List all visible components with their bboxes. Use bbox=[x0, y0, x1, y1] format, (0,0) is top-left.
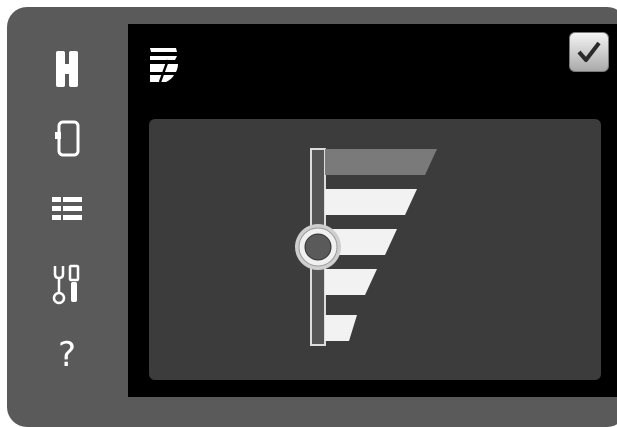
level-bar-2[interactable] bbox=[325, 269, 377, 295]
level-knob[interactable] bbox=[295, 224, 341, 270]
phone-icon[interactable] bbox=[47, 115, 87, 163]
tools-icon[interactable] bbox=[47, 261, 87, 309]
level-bar-4[interactable] bbox=[325, 189, 417, 215]
level-bar-1[interactable] bbox=[325, 315, 357, 341]
device-frame: ? bbox=[7, 7, 617, 427]
checkmark-icon bbox=[577, 41, 601, 62]
list-icon[interactable] bbox=[47, 185, 87, 233]
level-bar-5[interactable] bbox=[325, 149, 437, 175]
level-panel bbox=[149, 119, 601, 380]
main-screen bbox=[128, 24, 617, 397]
level-gauge bbox=[295, 148, 437, 346]
help-icon[interactable]: ? bbox=[47, 331, 87, 379]
fan-speed-icon bbox=[148, 46, 180, 90]
sidebar: ? bbox=[7, 7, 128, 416]
confirm-button[interactable] bbox=[569, 32, 609, 72]
home-icon[interactable] bbox=[47, 45, 87, 93]
help-glyph: ? bbox=[57, 335, 77, 375]
